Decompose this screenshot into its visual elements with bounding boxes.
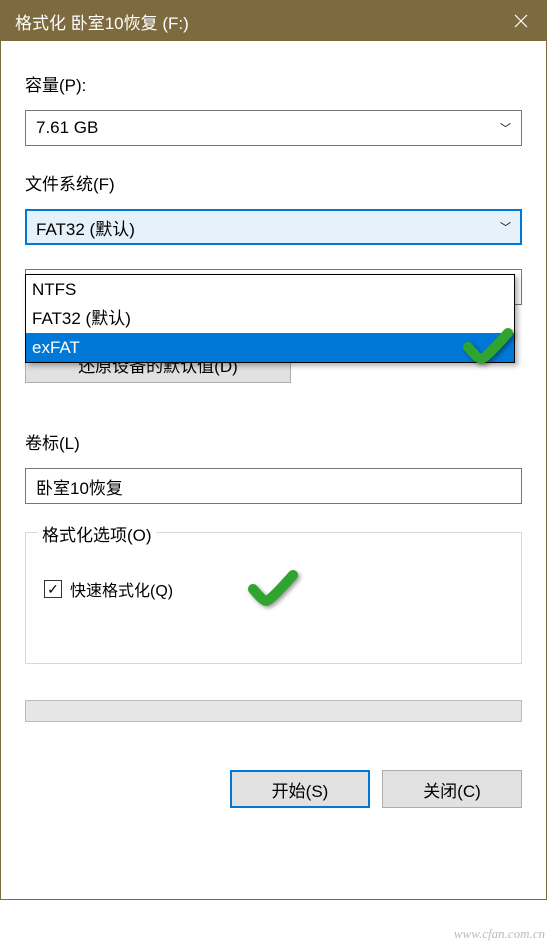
close-icon	[514, 14, 528, 28]
chevron-down-icon: ﹀	[500, 219, 511, 235]
filesystem-value: FAT32 (默认)	[36, 215, 135, 240]
close-button[interactable]	[496, 1, 546, 41]
chevron-down-icon: ﹀	[500, 120, 511, 136]
volume-label-value: 卧室10恢复	[36, 474, 123, 499]
window-title: 格式化 卧室10恢复 (F:)	[15, 9, 496, 34]
format-options-legend: 格式化选项(O)	[38, 521, 156, 546]
close-button[interactable]: 关闭(C)	[382, 770, 522, 808]
filesystem-label: 文件系统(F)	[25, 170, 522, 195]
watermark: www.cfan.com.cn	[454, 926, 545, 942]
volume-label-input[interactable]: 卧室10恢复	[25, 468, 522, 504]
dropdown-item-fat32[interactable]: FAT32 (默认)	[26, 304, 514, 333]
capacity-value: 7.61 GB	[36, 118, 98, 138]
start-button[interactable]: 开始(S)	[230, 770, 370, 808]
title-bar: 格式化 卧室10恢复 (F:)	[1, 1, 546, 41]
capacity-select[interactable]: 7.61 GB ﹀	[25, 110, 522, 146]
dropdown-item-ntfs[interactable]: NTFS	[26, 275, 514, 304]
checkmark-icon	[248, 569, 298, 609]
filesystem-dropdown: NTFS FAT32 (默认) exFAT	[25, 274, 515, 363]
quick-format-checkbox[interactable]: ✓	[44, 580, 62, 598]
capacity-label: 容量(P):	[25, 71, 522, 96]
quick-format-label: 快速格式化(Q)	[70, 577, 173, 601]
volume-label-label: 卷标(L)	[25, 429, 522, 454]
format-options-group: 格式化选项(O) ✓ 快速格式化(Q)	[25, 532, 522, 664]
filesystem-select[interactable]: FAT32 (默认) ﹀	[25, 209, 522, 245]
progress-bar	[25, 700, 522, 722]
check-icon: ✓	[47, 582, 59, 596]
checkmark-icon	[463, 327, 513, 367]
dropdown-item-exfat[interactable]: exFAT	[26, 333, 514, 362]
